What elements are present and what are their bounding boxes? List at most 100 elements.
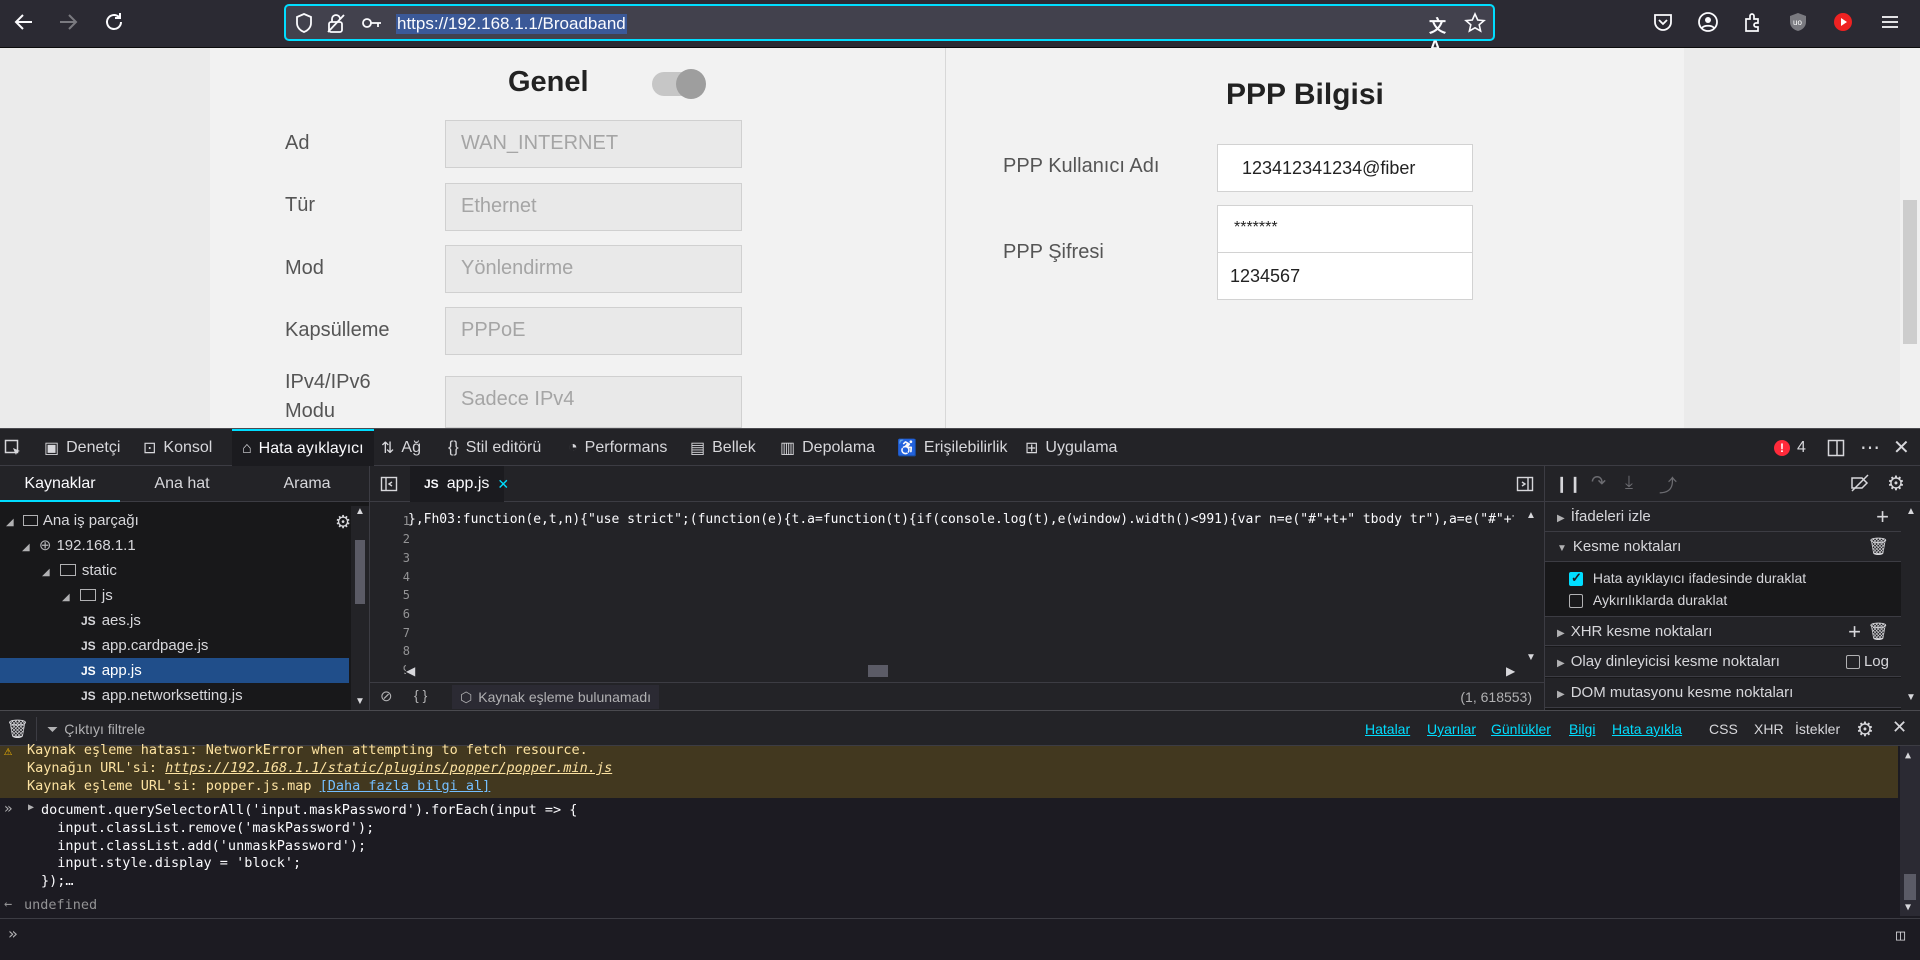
ublock-icon[interactable]: uo <box>1780 6 1816 38</box>
log-checkbox[interactable] <box>1845 655 1860 670</box>
insecure-lock-icon[interactable] <box>326 12 350 34</box>
line-number[interactable]: 7 <box>380 626 410 640</box>
tree-row-file[interactable]: JS aes.js <box>0 608 349 633</box>
tab-application[interactable]: ⊞ Uygulama <box>1025 429 1117 466</box>
tree-row-file[interactable]: JS app.cardpage.js <box>0 633 349 658</box>
section-xhr-breakpoints[interactable]: ▶ XHR kesme noktaları + 🗑 <box>1545 616 1901 646</box>
warning-source-link[interactable]: https://192.168.1.1/static/plugins/poppe… <box>165 760 612 776</box>
line-number[interactable]: 2 <box>380 532 410 546</box>
tab-inspector[interactable]: ▣ Denetçi <box>44 429 120 466</box>
scroll-up-icon[interactable]: ▲ <box>1905 750 1911 761</box>
section-event-breakpoints[interactable]: ▶ Olay dinleyicisi kesme noktaları Log <box>1545 647 1901 677</box>
element-picker-icon[interactable] <box>4 429 28 466</box>
filter-debug[interactable]: Hata ayıkla <box>1612 721 1682 737</box>
extensions-icon[interactable] <box>1735 6 1771 38</box>
tab-debugger[interactable]: ⌂ Hata ayıklayıcı <box>232 429 374 466</box>
editor-tab-app-js[interactable]: JS app.js ✕ <box>410 466 509 502</box>
deactivate-breakpoints-icon[interactable] <box>1850 474 1870 492</box>
pause-icon[interactable]: ❙❙ <box>1555 474 1582 494</box>
filter-requests[interactable]: İstekler <box>1795 721 1840 737</box>
console-settings-gear-icon[interactable]: ⚙ <box>1856 717 1874 742</box>
editor-scroll-down-icon[interactable]: ▼ <box>1526 652 1536 663</box>
debugger-settings-gear-icon[interactable]: ⚙ <box>1887 471 1905 496</box>
field-input-name[interactable]: WAN_INTERNET <box>445 120 742 168</box>
pause-on-debugger-row[interactable]: ✓ Hata ayıklayıcı ifadesinde duraklat <box>1569 570 1806 587</box>
ppp-username-input[interactable]: 123412341234@fiber <box>1217 144 1473 192</box>
close-devtools-icon[interactable]: ✕ <box>1893 429 1910 466</box>
tab-accessibility[interactable]: ♿ Erişilebilirlik <box>897 429 1007 466</box>
close-tab-icon[interactable]: ✕ <box>497 476 509 493</box>
scroll-down-icon[interactable]: ▼ <box>1905 902 1911 913</box>
learn-more-link[interactable]: [Daha fazla bilgi al] <box>320 778 491 794</box>
key-icon[interactable] <box>360 12 384 34</box>
ppp-password-plain-input[interactable]: 1234567 <box>1217 252 1473 300</box>
console-input[interactable] <box>30 922 1880 950</box>
line-number[interactable]: 5 <box>380 588 410 602</box>
scroll-down-icon[interactable]: ▼ <box>355 696 365 707</box>
close-split-console-icon[interactable]: ✕ <box>1892 717 1907 738</box>
tree-scrollbar-thumb[interactable] <box>355 540 365 604</box>
tab-search[interactable]: Arama <box>244 466 370 502</box>
tab-performance[interactable]: ◔ Performans <box>568 429 667 466</box>
editor-mode-toggle-icon[interactable]: ◫ <box>1896 926 1905 944</box>
tab-outline[interactable]: Ana hat <box>120 466 244 502</box>
youtube-extension-icon[interactable] <box>1825 6 1861 38</box>
tree-row-thread[interactable]: ◢ Ana iş parçağı <box>0 508 349 533</box>
tree-row-file[interactable]: JS app.networksetting.js <box>0 683 349 708</box>
console-input-line-4[interactable]: input.style.display = 'block'; <box>41 854 301 872</box>
filter-xhr[interactable]: XHR <box>1754 721 1784 737</box>
tree-row-folder-static[interactable]: ◢ static <box>0 558 349 583</box>
url-text[interactable]: https://192.168.1.1/Broadband <box>396 14 627 34</box>
filter-warnings[interactable]: Uyarılar <box>1427 721 1476 737</box>
step-out-icon[interactable]: ⤴ <box>1659 472 1677 498</box>
editor-hscrollbar[interactable]: ◀ ▶ <box>406 662 1526 680</box>
filter-logs[interactable]: Günlükler <box>1491 721 1551 737</box>
console-scrollbar-thumb[interactable] <box>1904 874 1916 900</box>
tree-row-folder-js[interactable]: ◢ js <box>0 583 349 608</box>
console-scrollbar[interactable]: ▲ ▼ <box>1900 746 1920 916</box>
toggle-debug-pane-icon[interactable] <box>1516 475 1534 493</box>
scroll-up-icon[interactable]: ▲ <box>1906 506 1916 517</box>
console-input-line-5[interactable]: });… <box>41 872 74 890</box>
pause-on-exceptions-row[interactable]: Aykırılıklarda duraklat <box>1569 592 1727 609</box>
filter-info[interactable]: Bilgi <box>1569 721 1595 737</box>
add-xhr-icon[interactable]: + <box>1848 617 1861 647</box>
page-scrollbar-thumb[interactable] <box>1903 200 1917 344</box>
shield-icon[interactable] <box>294 12 318 34</box>
scroll-down-icon[interactable]: ▼ <box>1906 692 1916 703</box>
tab-network[interactable]: ⇅ Ağ <box>381 429 421 466</box>
pause-on-debugger-checkbox[interactable]: ✓ <box>1569 570 1583 587</box>
error-count-badge[interactable]: ! 4 <box>1774 429 1806 466</box>
code-editor[interactable]: 1 2 3 4 5 6 7 8 9 },Fh03:function(e,t,n)… <box>370 502 1544 677</box>
account-icon[interactable] <box>1690 6 1726 38</box>
step-over-icon[interactable]: ↷ <box>1591 472 1606 493</box>
pocket-icon[interactable] <box>1645 6 1681 38</box>
tab-style-editor[interactable]: {} Stil editörü <box>448 429 541 466</box>
braces-icon[interactable]: { } <box>414 687 427 703</box>
tab-console[interactable]: ⊡ Konsol <box>143 429 212 466</box>
debug-sidebar-scrollbar[interactable]: ▲ ▼ <box>1901 502 1920 710</box>
bookmark-star-icon[interactable] <box>1464 12 1488 34</box>
pretty-print-icon[interactable]: ⊘ <box>380 687 393 705</box>
settings-gear-icon[interactable]: ⚙ <box>335 512 351 533</box>
field-input-type[interactable]: Ethernet <box>445 183 742 231</box>
dock-side-icon[interactable] <box>1827 429 1845 466</box>
filter-errors[interactable]: Hatalar <box>1365 721 1410 737</box>
tree-scrollbar[interactable]: ▲ ▼ <box>351 506 369 710</box>
scroll-left-icon[interactable]: ◀ <box>406 664 415 678</box>
field-input-ip-mode[interactable]: Sadece IPv4 <box>445 376 742 428</box>
scroll-up-icon[interactable]: ▲ <box>355 506 365 517</box>
line-number[interactable]: 4 <box>380 570 410 584</box>
tree-row-file-selected[interactable]: JS app.js <box>0 658 349 683</box>
line-number[interactable]: 6 <box>380 607 410 621</box>
ppp-password-masked-input[interactable]: ******* <box>1217 205 1473 253</box>
console-input-line-2[interactable]: input.classList.remove('maskPassword'); <box>41 819 374 837</box>
add-watch-icon[interactable]: + <box>1876 502 1889 532</box>
tab-sources[interactable]: Kaynaklar <box>0 466 120 502</box>
line-number[interactable]: 8 <box>380 644 410 658</box>
field-input-encapsulation[interactable]: PPPoE <box>445 307 742 355</box>
url-bar[interactable]: https://192.168.1.1/Broadband 文A <box>284 4 1495 56</box>
line-number[interactable]: 1 <box>380 514 410 528</box>
console-input-line-3[interactable]: input.classList.add('unmaskPassword'); <box>41 837 366 855</box>
general-toggle[interactable] <box>652 69 706 99</box>
